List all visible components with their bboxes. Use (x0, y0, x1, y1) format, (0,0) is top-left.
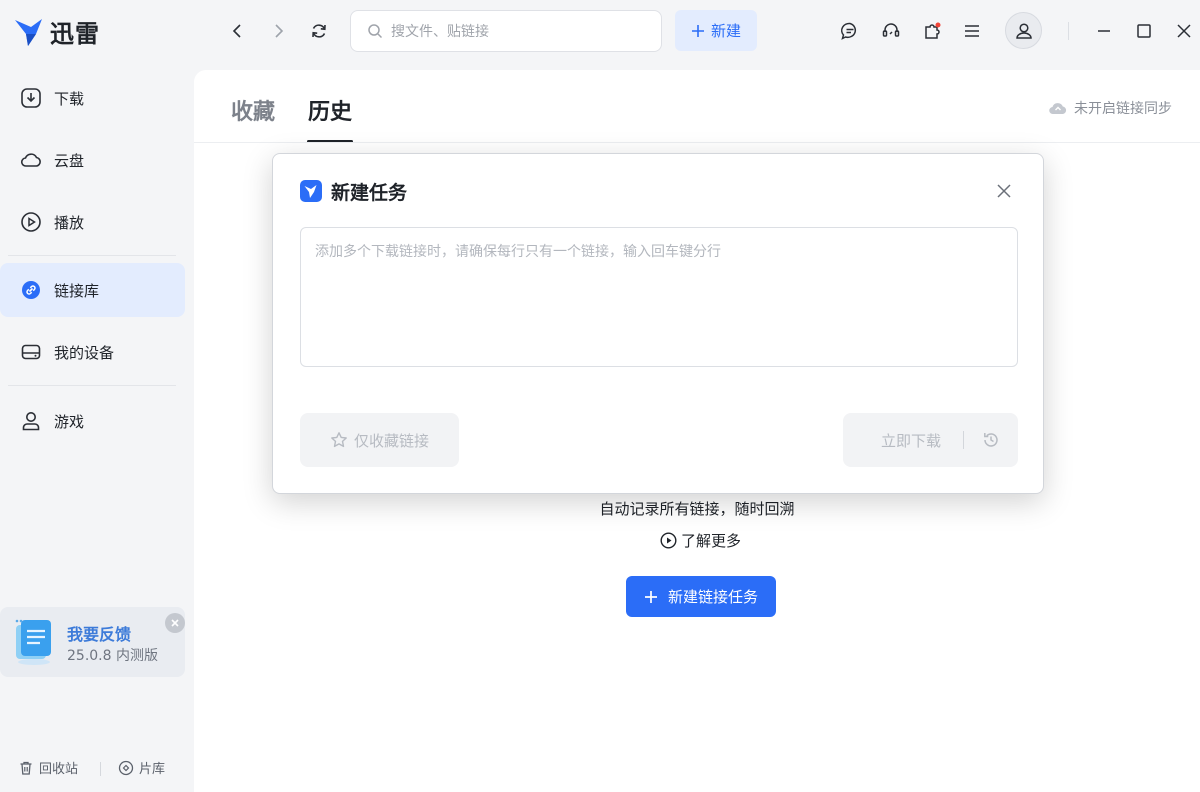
sidebar-item-my-devices[interactable]: 我的设备 (0, 325, 185, 379)
film-library-icon (118, 760, 134, 776)
tab-favorites[interactable]: 收藏 (231, 94, 275, 126)
forward-button[interactable] (265, 18, 291, 44)
new-link-task-label: 新建链接任务 (667, 588, 758, 606)
new-button[interactable]: 新建 (675, 10, 757, 51)
recycle-bin-link[interactable]: 回收站 (18, 758, 78, 777)
game-icon (20, 410, 42, 432)
thunder-bird-icon (14, 17, 46, 47)
sidebar-item-download[interactable]: 下载 (0, 71, 185, 125)
link-sync-status[interactable]: 未开启链接同步 (1048, 98, 1172, 118)
download-now-group: 立即下载 (843, 413, 1018, 467)
back-button[interactable] (225, 18, 251, 44)
user-icon (1014, 21, 1034, 41)
refresh-icon (310, 22, 328, 40)
menu-icon (963, 23, 981, 39)
feedback-card[interactable]: 我要反馈 25.0.8 内测版 (0, 607, 185, 677)
play-circle-icon (660, 532, 677, 549)
tab-history[interactable]: 历史 (308, 94, 352, 126)
device-icon (20, 341, 42, 363)
link-input-placeholder: 添加多个下载链接时，请确保每行只有一个链接，输入回车键分行 (315, 244, 721, 260)
empty-state-description: 自动记录所有链接，随时回溯 (599, 500, 795, 518)
favorite-links-only-button[interactable]: 仅收藏链接 (300, 413, 459, 467)
sidebar-item-label: 游戏 (54, 412, 85, 431)
refresh-button[interactable] (306, 18, 332, 44)
sidebar-item-label: 云盘 (54, 151, 85, 170)
close-icon (996, 183, 1012, 199)
download-history-button[interactable] (979, 428, 1003, 452)
feedback-close-button[interactable] (165, 613, 185, 633)
feedback-version: 25.0.8 内测版 (67, 648, 158, 664)
new-button-label: 新建 (710, 22, 741, 40)
maximize-button[interactable] (1132, 19, 1156, 43)
app-name: 迅雷 (50, 20, 100, 48)
sidebar-item-label: 我的设备 (54, 343, 115, 362)
sidebar-item-link-library[interactable]: 链接库 (0, 263, 185, 317)
bottom-divider (100, 762, 101, 776)
close-icon (170, 618, 180, 628)
search-placeholder: 搜文件、贴链接 (391, 24, 489, 40)
sidebar-divider (8, 255, 176, 256)
sidebar-item-label: 链接库 (54, 281, 100, 300)
search-input[interactable]: 搜文件、贴链接 (350, 10, 662, 52)
minimize-icon (1096, 23, 1112, 39)
sidebar: 下载 云盘 播放 链接库 我的设备 游戏 我要反馈 25.0.8 内测版 回收站… (0, 62, 194, 792)
plus-icon (644, 590, 658, 604)
search-icon (367, 23, 383, 39)
feedback-title: 我要反馈 (67, 625, 132, 644)
message-icon (840, 21, 860, 41)
forward-icon (270, 23, 286, 39)
film-library-label: 片库 (139, 762, 166, 777)
new-link-task-button[interactable]: 新建链接任务 (626, 576, 776, 617)
thunder-bird-icon (300, 180, 322, 202)
plugin-icon (922, 21, 942, 41)
feedback-document-icon (12, 617, 56, 667)
sidebar-item-play[interactable]: 播放 (0, 195, 185, 249)
plugin-button[interactable] (920, 19, 944, 43)
cloud-icon (20, 149, 42, 171)
star-icon (330, 431, 348, 449)
download-now-button[interactable]: 立即下载 (881, 430, 941, 451)
plus-icon (691, 24, 705, 38)
minimize-button[interactable] (1092, 19, 1116, 43)
history-icon (982, 431, 1000, 449)
support-button[interactable] (879, 19, 903, 43)
favorite-links-only-label: 仅收藏链接 (353, 431, 429, 450)
play-icon (20, 211, 42, 233)
app-logo: 迅雷 (14, 14, 100, 49)
dialog-title: 新建任务 (331, 182, 408, 204)
new-task-dialog: 新建任务 添加多个下载链接时，请确保每行只有一个链接，输入回车键分行 仅收藏链接… (272, 153, 1044, 494)
close-icon (1176, 23, 1192, 39)
back-icon (230, 23, 246, 39)
sidebar-item-label: 下载 (54, 89, 85, 108)
sidebar-divider (8, 385, 176, 386)
avatar[interactable] (1005, 12, 1042, 49)
download-divider (963, 431, 964, 449)
top-bar: 迅雷 搜文件、贴链接 新建 (0, 0, 1200, 62)
film-library-link[interactable]: 片库 (118, 758, 165, 777)
cloud-sync-icon (1048, 100, 1068, 116)
close-window-button[interactable] (1172, 19, 1196, 43)
link-icon (20, 279, 42, 301)
maximize-icon (1136, 23, 1152, 39)
link-sync-label: 未开启链接同步 (1074, 101, 1172, 117)
menu-button[interactable] (960, 19, 984, 43)
download-icon (20, 87, 42, 109)
learn-more-label: 了解更多 (681, 532, 742, 550)
message-button[interactable] (838, 19, 862, 43)
learn-more-link[interactable]: 了解更多 (660, 530, 741, 551)
tabs-divider (194, 142, 1200, 143)
link-input-textarea[interactable]: 添加多个下载链接时，请确保每行只有一个链接，输入回车键分行 (300, 227, 1018, 367)
headset-icon (881, 21, 901, 41)
sidebar-item-cloud[interactable]: 云盘 (0, 133, 185, 187)
sidebar-item-games[interactable]: 游戏 (0, 394, 185, 448)
dialog-close-button[interactable] (992, 179, 1016, 203)
toolbar-divider (1068, 22, 1069, 40)
recycle-bin-label: 回收站 (39, 762, 79, 777)
trash-icon (18, 760, 34, 776)
sidebar-item-label: 播放 (54, 213, 85, 232)
